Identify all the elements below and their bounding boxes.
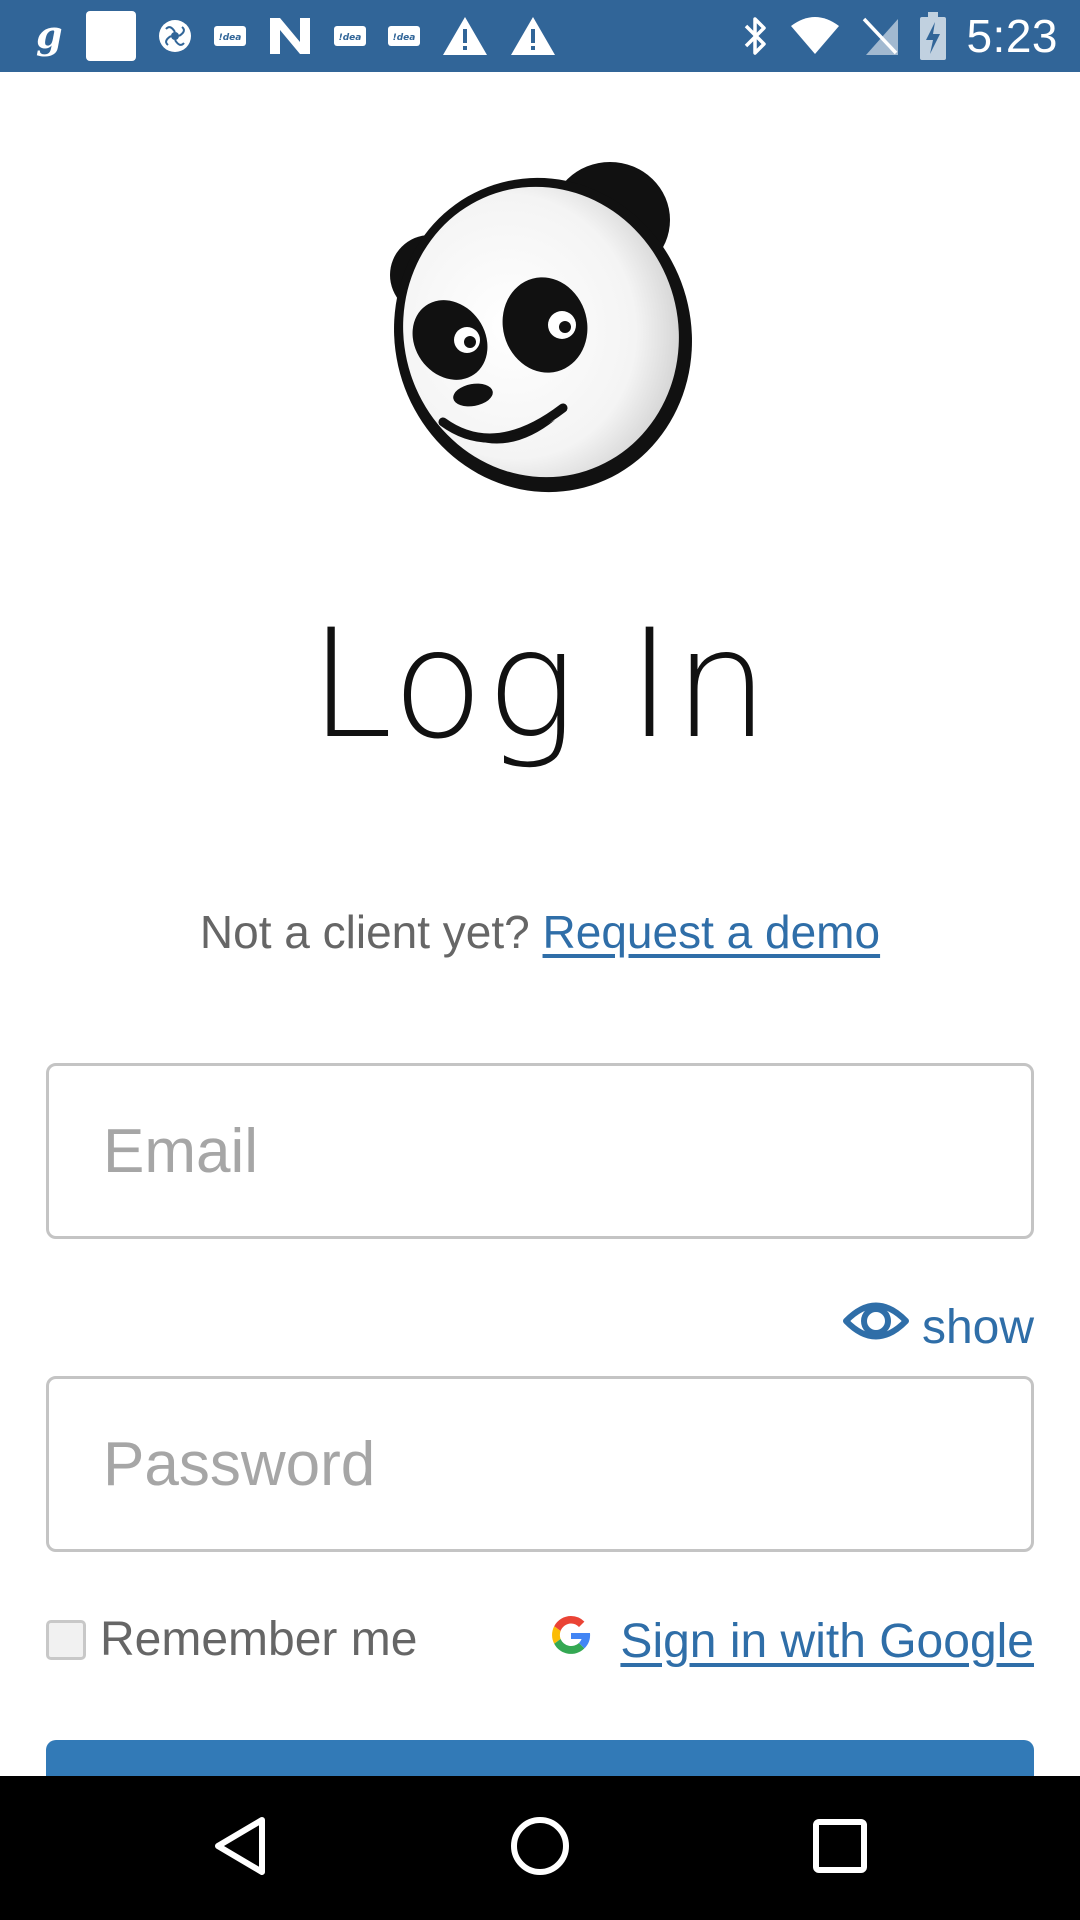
- white-square-icon: [86, 11, 136, 61]
- google-signin[interactable]: Sign in with Google: [548, 1612, 1034, 1670]
- password-placeholder: Password: [103, 1429, 376, 1499]
- warning-icon: [442, 15, 488, 57]
- remember-me-label: Remember me: [100, 1613, 418, 1666]
- password-field[interactable]: Password: [46, 1376, 1034, 1552]
- status-time: 5:23: [966, 10, 1058, 62]
- back-button[interactable]: [160, 1776, 320, 1920]
- no-sim-icon: [860, 15, 900, 57]
- email-field[interactable]: Email: [46, 1063, 1034, 1239]
- remember-me[interactable]: Remember me: [46, 1612, 417, 1667]
- email-placeholder: Email: [103, 1116, 259, 1186]
- battery-charging-icon: [920, 12, 947, 60]
- idea-icon: !dea: [388, 26, 420, 46]
- n-icon: [268, 16, 312, 56]
- fan-icon: [158, 19, 192, 53]
- show-password-toggle[interactable]: show: [842, 1292, 1034, 1362]
- google-signin-link[interactable]: Sign in with Google: [620, 1614, 1034, 1669]
- eye-icon: [842, 1296, 910, 1358]
- show-label: show: [921, 1300, 1034, 1354]
- demo-prompt: Not a client yet? Request a demo: [0, 905, 1080, 959]
- demo-prompt-text: Not a client yet?: [199, 906, 530, 958]
- notification-icons: g !dea !dea !dea: [34, 0, 556, 72]
- g-icon: g: [34, 14, 64, 58]
- login-screen: g !dea !dea !dea 5:23 Log In Not a clien…: [0, 0, 1080, 1920]
- wifi-icon: [790, 16, 840, 56]
- recents-icon: [812, 1818, 868, 1879]
- idea-icon: !dea: [334, 26, 366, 46]
- google-icon: [548, 1612, 594, 1670]
- page-title: Log In: [309, 598, 771, 772]
- navigation-bar: [0, 1776, 1080, 1920]
- home-icon: [509, 1815, 571, 1882]
- bluetooth-icon: [742, 14, 770, 58]
- system-icons: 5:23: [742, 0, 1058, 72]
- back-icon: [212, 1816, 268, 1881]
- idea-icon-label: !dea: [339, 33, 362, 43]
- home-button[interactable]: [460, 1776, 620, 1920]
- recents-button[interactable]: [760, 1776, 920, 1920]
- panda-logo: [385, 160, 695, 500]
- idea-icon-label: !dea: [219, 33, 242, 43]
- status-bar: g !dea !dea !dea 5:23: [0, 0, 1080, 72]
- svg-text:g: g: [36, 14, 63, 57]
- warning-icon: [510, 15, 556, 57]
- remember-me-checkbox[interactable]: [46, 1619, 86, 1660]
- request-demo-link[interactable]: Request a demo: [543, 906, 881, 958]
- idea-icon-label: !dea: [393, 33, 416, 43]
- idea-icon: !dea: [214, 26, 246, 46]
